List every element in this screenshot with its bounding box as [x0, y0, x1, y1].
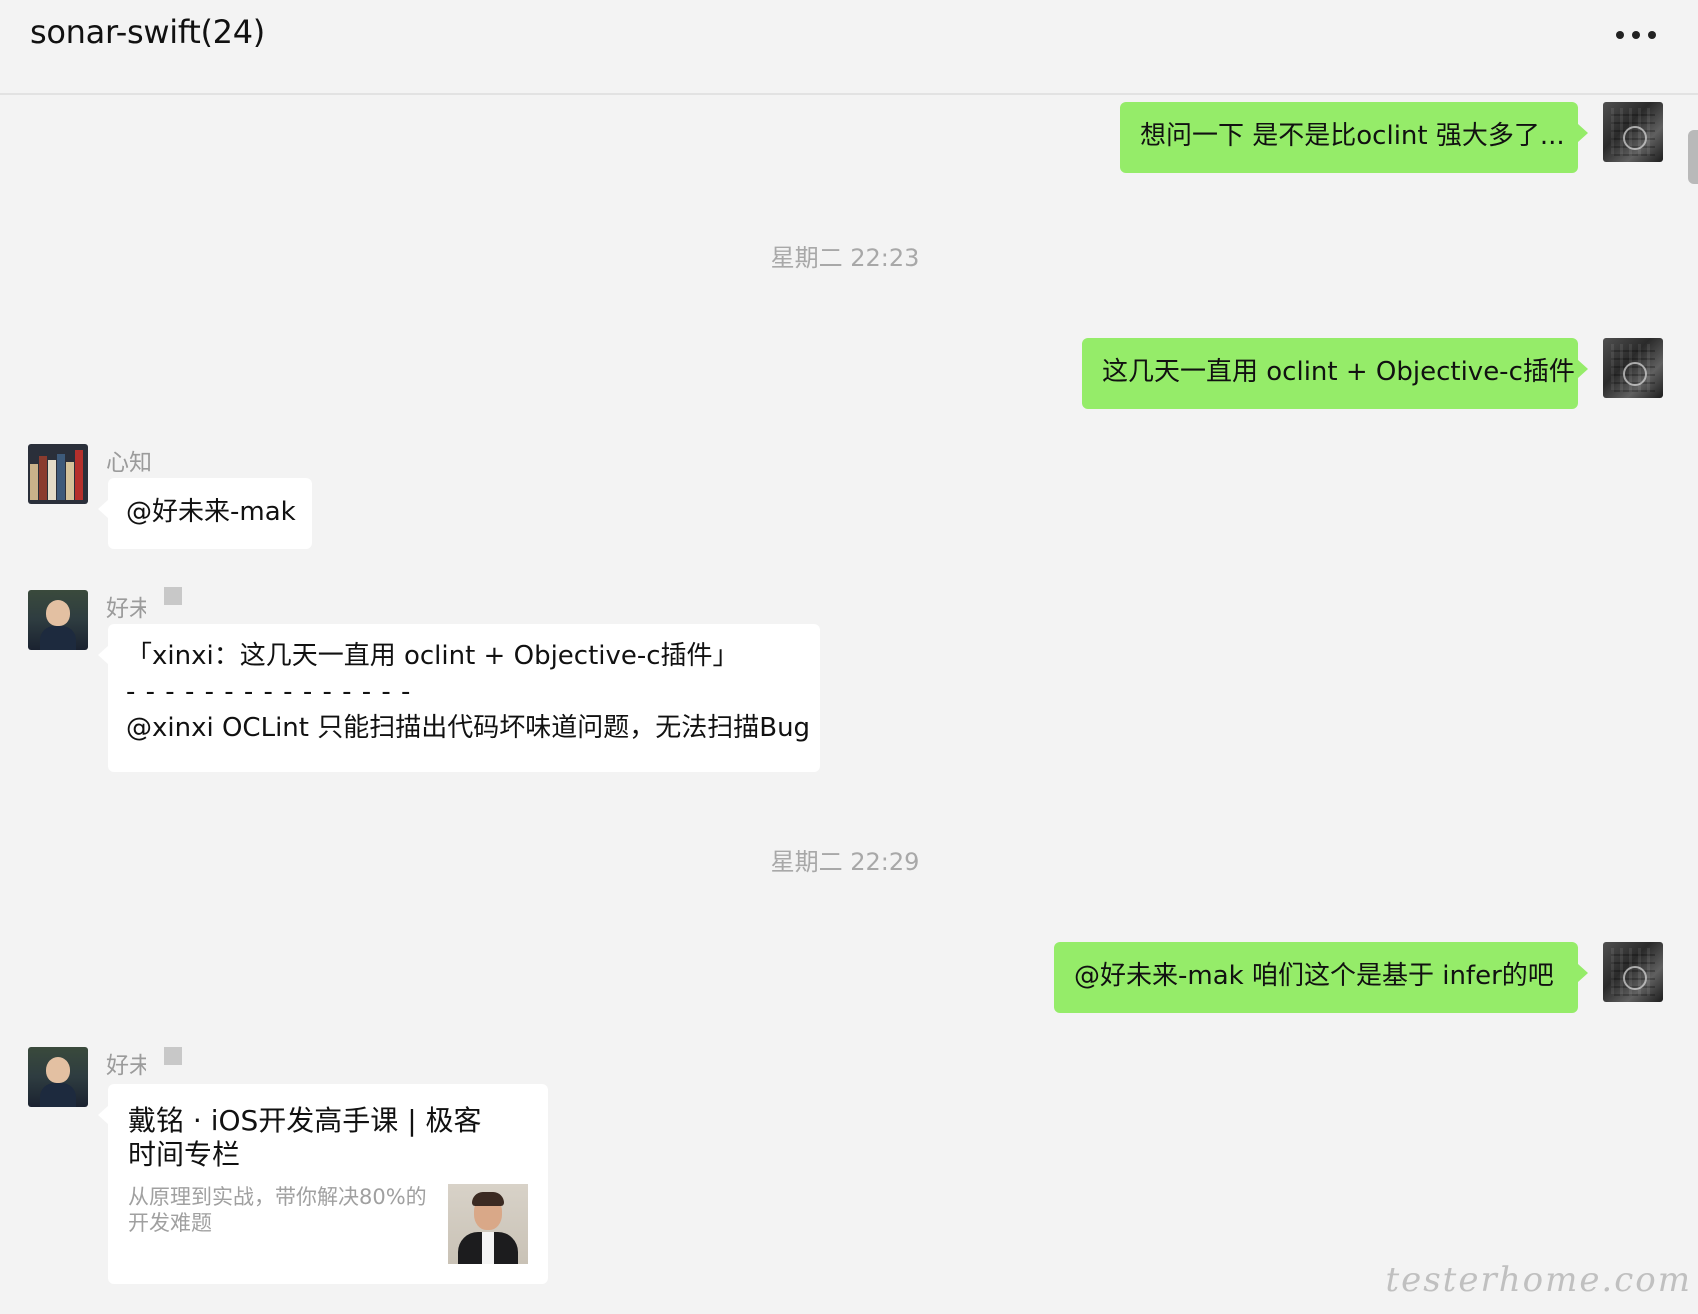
chat-title: sonar-swift(24) [30, 13, 265, 51]
message-bubble-self[interactable]: 想问一下 是不是比oclint 强大多了... [1120, 102, 1588, 173]
user-avatar-haoweilai[interactable] [28, 1047, 88, 1107]
card-description: 从原理到实战，带你解决80%的开发难题 [128, 1185, 427, 1235]
card-title: 戴铭 · iOS开发高手课 | 极客时间专栏 [128, 1104, 482, 1171]
message-text: 这几天一直用 oclint + Objective-c插件 [1102, 357, 1575, 387]
message-bubble-self[interactable]: @好未来-mak 咱们这个是基于 infer的吧 [1054, 942, 1588, 1013]
name-redaction [164, 587, 182, 605]
message-text: @好未来-mak 咱们这个是基于 infer的吧 [1074, 961, 1554, 991]
quoted-message: 「xinxi：这几天一直用 oclint + Objective-c插件」 [126, 641, 739, 671]
sender-name: 心知 [106, 450, 152, 476]
self-avatar[interactable] [1603, 102, 1663, 162]
quote-divider: - - - - - - - - - - - - - - - [126, 677, 412, 707]
user-avatar-xinzhi[interactable] [28, 444, 88, 504]
scrollbar[interactable] [1688, 130, 1698, 184]
message-text: @好未来-mak [126, 497, 296, 527]
timestamp: 星期二 22:29 [770, 848, 920, 876]
message-bubble-other[interactable]: @好未来-mak [98, 478, 312, 549]
self-avatar[interactable] [1603, 942, 1663, 1002]
message-text: @xinxi OCLint 只能扫描出代码坏味道问题，无法扫描Bug [126, 713, 811, 743]
sender-name: 好未 [106, 596, 146, 622]
message-bubble-other[interactable]: 「xinxi：这几天一直用 oclint + Objective-c插件」 - … [98, 624, 820, 772]
name-redaction [164, 1047, 182, 1065]
message-bubble-self[interactable]: 这几天一直用 oclint + Objective-c插件 [1082, 338, 1588, 409]
timestamp: 星期二 22:23 [770, 244, 920, 272]
card-thumbnail [448, 1184, 528, 1264]
self-avatar[interactable] [1603, 338, 1663, 398]
message-text: 想问一下 是不是比oclint 强大多了... [1140, 121, 1565, 151]
sender-name: 好未 [106, 1053, 146, 1079]
chat-header: sonar-swift(24) [0, 0, 1698, 95]
user-avatar-haoweilai[interactable] [28, 590, 88, 650]
link-card[interactable]: 戴铭 · iOS开发高手课 | 极客时间专栏 从原理到实战，带你解决80%的开发… [98, 1084, 548, 1284]
watermark: testerhome.com [1385, 1260, 1692, 1300]
more-options-icon[interactable] [1616, 28, 1656, 42]
